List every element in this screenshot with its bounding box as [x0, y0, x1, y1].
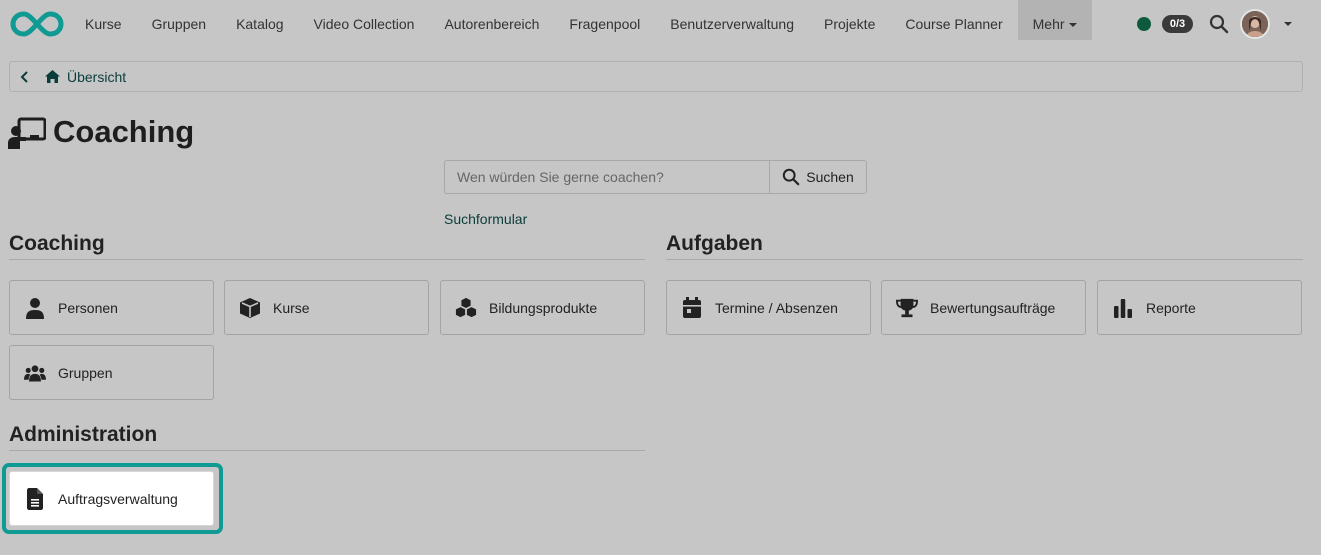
search-button[interactable]: Suchen — [769, 160, 867, 194]
search-form-link[interactable]: Suchformular — [444, 211, 527, 227]
avatar[interactable] — [1240, 9, 1270, 39]
online-status-icon[interactable] — [1137, 17, 1151, 31]
top-navigation: Kurse Gruppen Katalog Video Collection A… — [0, 0, 1321, 48]
nav-item-video-collection[interactable]: Video Collection — [299, 0, 430, 40]
tile-label: Bewertungsaufträge — [930, 299, 1056, 316]
page-title: Coaching — [53, 114, 195, 149]
section-title-aufgaben: Aufgaben — [666, 232, 763, 255]
tile-label: Reporte — [1146, 299, 1196, 316]
trophy-icon — [896, 297, 918, 319]
nav-item-katalog[interactable]: Katalog — [221, 0, 298, 40]
section-divider — [666, 259, 1303, 260]
tile-label: Bildungsprodukte — [489, 299, 598, 316]
tile-label: Termine / Absenzen — [715, 299, 838, 316]
section-title-coaching: Coaching — [9, 232, 105, 255]
infinity-logo-icon[interactable] — [10, 9, 64, 39]
chalkboard-teacher-icon — [8, 117, 46, 149]
tile-kurse[interactable]: Kurse — [224, 280, 429, 335]
cube-icon — [239, 297, 261, 319]
nav-item-projekte[interactable]: Projekte — [809, 0, 890, 40]
search-icon[interactable] — [1209, 14, 1229, 34]
search-button-label: Suchen — [806, 169, 854, 185]
nav-item-kurse[interactable]: Kurse — [70, 0, 137, 40]
tile-bewertungsauftraege[interactable]: Bewertungsaufträge — [881, 280, 1086, 335]
users-icon — [24, 362, 46, 384]
main-menu: Kurse Gruppen Katalog Video Collection A… — [70, 0, 1092, 40]
user-menu-caret-icon[interactable] — [1284, 22, 1292, 26]
coaching-search-input[interactable] — [444, 160, 770, 194]
tile-auftragsverwaltung[interactable]: Auftragsverwaltung — [9, 471, 214, 526]
notification-badge[interactable]: 0/3 — [1162, 15, 1193, 33]
section-divider — [9, 259, 645, 260]
avatar-image-icon — [1242, 11, 1268, 37]
more-label: Mehr — [1032, 16, 1065, 32]
tile-bildungsprodukte[interactable]: Bildungsprodukte — [440, 280, 645, 335]
tile-reporte[interactable]: Reporte — [1097, 280, 1302, 335]
nav-item-more[interactable]: Mehr — [1017, 0, 1092, 40]
search-icon — [783, 168, 800, 186]
tile-label: Personen — [58, 299, 118, 316]
user-icon — [24, 297, 46, 319]
nav-item-gruppen[interactable]: Gruppen — [137, 0, 221, 40]
breadcrumb: Übersicht — [9, 61, 1303, 92]
tile-gruppen[interactable]: Gruppen — [9, 345, 214, 400]
tile-termine-absenzen[interactable]: Termine / Absenzen — [666, 280, 871, 335]
document-icon — [24, 487, 46, 510]
cubes-icon — [455, 297, 477, 319]
nav-item-fragenpool[interactable]: Fragenpool — [554, 0, 655, 40]
home-icon[interactable] — [44, 69, 61, 84]
tile-label: Gruppen — [58, 364, 113, 381]
chevron-left-icon[interactable] — [18, 69, 32, 85]
tile-label: Kurse — [273, 299, 310, 316]
calendar-icon — [681, 296, 703, 319]
bar-chart-icon — [1112, 297, 1134, 319]
section-divider — [9, 450, 645, 451]
tile-personen[interactable]: Personen — [9, 280, 214, 335]
caret-down-icon — [1068, 23, 1077, 28]
nav-item-benutzerverwaltung[interactable]: Benutzerverwaltung — [655, 0, 809, 40]
tile-label: Auftragsverwaltung — [58, 490, 178, 507]
nav-item-autorenbereich[interactable]: Autorenbereich — [429, 0, 554, 40]
nav-item-course-planner[interactable]: Course Planner — [890, 0, 1017, 40]
section-title-administration: Administration — [9, 423, 158, 446]
breadcrumb-overview-link[interactable]: Übersicht — [67, 69, 126, 85]
